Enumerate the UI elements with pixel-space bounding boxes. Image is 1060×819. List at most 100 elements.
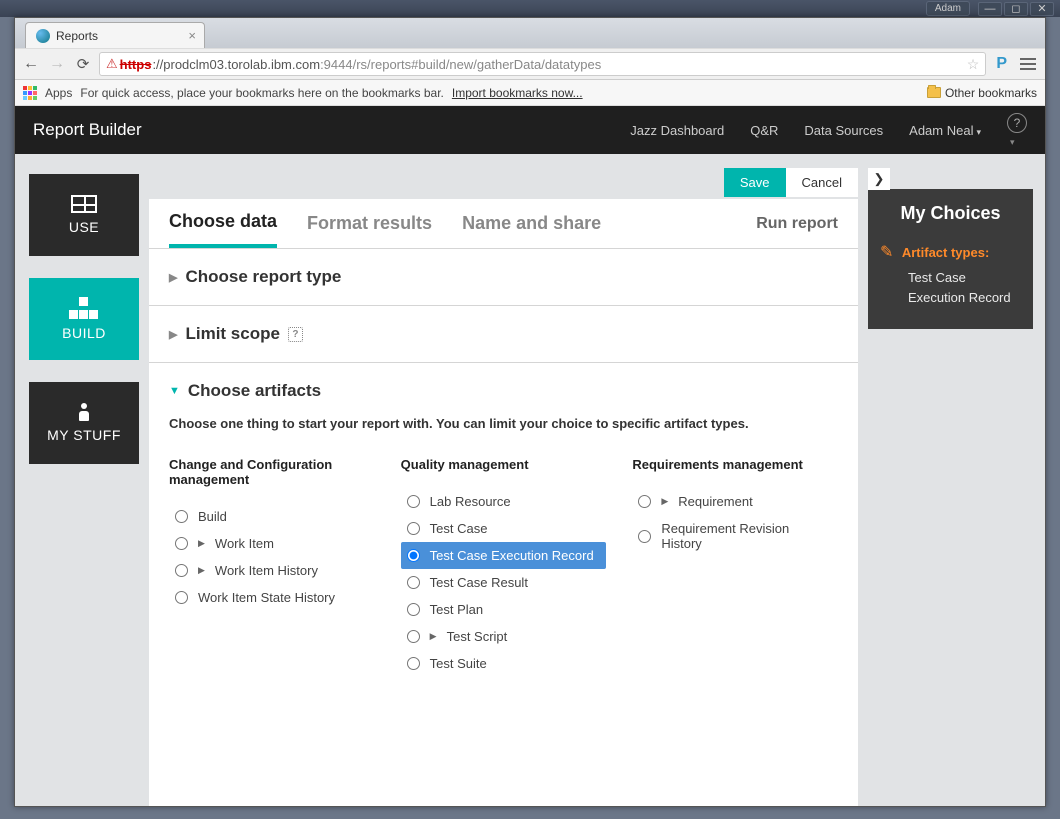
artifact-col-rm-title: Requirements management [632, 457, 838, 472]
section-choose-artifacts-title: Choose artifacts [188, 381, 321, 401]
nav-tile-use[interactable]: USE [29, 174, 139, 256]
nav-tile-mystuff[interactable]: MY STUFF [29, 382, 139, 464]
tab-favicon [36, 29, 50, 43]
url-path: /rs/reports#build/new/gatherData/datatyp… [353, 57, 602, 72]
artifacts-description: Choose one thing to start your report wi… [169, 415, 838, 433]
nav-reload-button[interactable]: ⟳ [73, 54, 93, 74]
artifact-radio[interactable] [407, 576, 420, 589]
run-report-button[interactable]: Run report [756, 215, 838, 245]
nav-tile-build[interactable]: BUILD [29, 278, 139, 360]
browser-tab-reports[interactable]: Reports × [25, 22, 205, 48]
browser-tabstrip: Reports × [15, 18, 1045, 48]
artifact-radio[interactable] [407, 657, 420, 670]
artifact-item[interactable]: ▶Requirement [632, 488, 838, 515]
import-bookmarks-link[interactable]: Import bookmarks now... [452, 86, 583, 100]
artifact-item[interactable]: Test Suite [401, 650, 607, 677]
os-user-badge: Adam [926, 1, 970, 16]
other-bookmarks-button[interactable]: Other bookmarks [927, 86, 1037, 100]
right-column: ❯ My Choices ✎ Artifact types: Test Case… [868, 168, 1033, 806]
extension-p-icon[interactable]: P [992, 55, 1011, 73]
os-titlebar: Adam — ◻ ✕ [0, 0, 1060, 17]
artifact-item[interactable]: Test Case [401, 515, 607, 542]
artifact-item[interactable]: ▶Work Item History [169, 557, 375, 584]
artifact-col-ccm-title: Change and Configuration management [169, 457, 375, 487]
nav-forward-button[interactable]: → [47, 54, 67, 74]
browser-toolbar: ← → ⟳ ⚠ https ://prodclm03.torolab.ibm.c… [15, 48, 1045, 80]
url-port: :9444 [320, 57, 353, 72]
artifact-radio[interactable] [407, 549, 420, 562]
header-link-data-sources[interactable]: Data Sources [804, 123, 883, 138]
artifact-label: Test Script [447, 629, 508, 644]
main-panel: Choose data Format results Name and shar… [149, 199, 858, 806]
browser-window: Reports × ← → ⟳ ⚠ https ://prodclm03.tor… [14, 17, 1046, 807]
tab-close-icon[interactable]: × [188, 28, 196, 43]
artifact-label: Test Case Result [430, 575, 528, 590]
header-help-menu[interactable]: ? [1007, 113, 1027, 148]
cancel-button[interactable]: Cancel [786, 168, 858, 197]
artifact-radio[interactable] [407, 522, 420, 535]
artifact-label: Test Plan [430, 602, 483, 617]
artifact-item[interactable]: Work Item State History [169, 584, 375, 611]
header-link-qr[interactable]: Q&R [750, 123, 778, 138]
window-maximize-button[interactable]: ◻ [1004, 2, 1028, 16]
browser-menu-button[interactable] [1017, 55, 1039, 73]
artifact-radio[interactable] [638, 495, 651, 508]
choice-artifact-types[interactable]: ✎ Artifact types: [880, 242, 1021, 262]
grid-icon [71, 195, 97, 213]
artifact-radio[interactable] [407, 603, 420, 616]
artifact-label: Work Item State History [198, 590, 335, 605]
help-icon: ? [1007, 113, 1027, 133]
apps-icon[interactable] [23, 86, 37, 100]
artifact-item[interactable]: ▶Test Script [401, 623, 607, 650]
my-choices-panel: My Choices ✎ Artifact types: Test Case E… [868, 189, 1033, 329]
save-button[interactable]: Save [724, 168, 786, 197]
artifact-item[interactable]: Lab Resource [401, 488, 607, 515]
artifact-radio[interactable] [638, 530, 651, 543]
artifact-item[interactable]: Test Case Result [401, 569, 607, 596]
choice-artifact-types-value: Test Case Execution Record [908, 268, 1021, 307]
artifact-item[interactable]: Requirement Revision History [632, 515, 838, 557]
artifact-item[interactable]: Build [169, 503, 375, 530]
help-tooltip-icon[interactable]: ? [288, 327, 303, 342]
step-format-results[interactable]: Format results [307, 213, 432, 246]
collapse-choices-button[interactable]: ❯ [868, 168, 890, 190]
artifact-col-qm-title: Quality management [401, 457, 607, 472]
header-link-jazz-dashboard[interactable]: Jazz Dashboard [630, 123, 724, 138]
choice-artifact-types-label: Artifact types: [902, 245, 989, 260]
window-close-button[interactable]: ✕ [1030, 2, 1054, 16]
bookmark-star-icon[interactable]: ☆ [967, 56, 980, 73]
nav-back-button[interactable]: ← [21, 54, 41, 74]
artifact-radio[interactable] [407, 630, 420, 643]
artifact-radio[interactable] [407, 495, 420, 508]
header-user-menu[interactable]: Adam Neal [909, 123, 981, 138]
artifact-radio[interactable] [175, 591, 188, 604]
artifact-label: Requirement Revision History [661, 521, 832, 551]
address-bar[interactable]: ⚠ https ://prodclm03.torolab.ibm.com :94… [99, 52, 986, 76]
url-host: ://prodclm03.torolab.ibm.com [152, 57, 320, 72]
artifact-radio[interactable] [175, 564, 188, 577]
app-header: Report Builder Jazz Dashboard Q&R Data S… [15, 106, 1045, 154]
step-choose-data[interactable]: Choose data [169, 211, 277, 248]
artifact-item[interactable]: Test Plan [401, 596, 607, 623]
tab-title: Reports [56, 29, 98, 43]
bookmarks-bar: Apps For quick access, place your bookma… [15, 80, 1045, 106]
ssl-warning-icon: ⚠ [106, 56, 118, 72]
apps-label[interactable]: Apps [45, 86, 72, 100]
artifact-item[interactable]: Test Case Execution Record [401, 542, 607, 569]
main-column: Save Cancel Choose data Format results N… [149, 168, 858, 806]
artifact-radio[interactable] [175, 510, 188, 523]
wizard-steps: Choose data Format results Name and shar… [149, 199, 858, 249]
my-choices-title: My Choices [880, 203, 1021, 224]
artifact-label: Work Item History [215, 563, 318, 578]
header-nav: Jazz Dashboard Q&R Data Sources Adam Nea… [630, 113, 1027, 148]
section-choose-artifacts-header[interactable]: ▼ Choose artifacts [169, 381, 838, 401]
step-name-share[interactable]: Name and share [462, 213, 601, 246]
window-minimize-button[interactable]: — [978, 2, 1002, 16]
app-title: Report Builder [33, 120, 142, 140]
artifact-item[interactable]: ▶Work Item [169, 530, 375, 557]
section-report-type[interactable]: ▶ Choose report type [149, 249, 858, 306]
artifact-radio[interactable] [175, 537, 188, 550]
expand-icon: ▶ [661, 496, 668, 507]
artifact-label: Lab Resource [430, 494, 511, 509]
section-limit-scope[interactable]: ▶ Limit scope ? [149, 306, 858, 363]
